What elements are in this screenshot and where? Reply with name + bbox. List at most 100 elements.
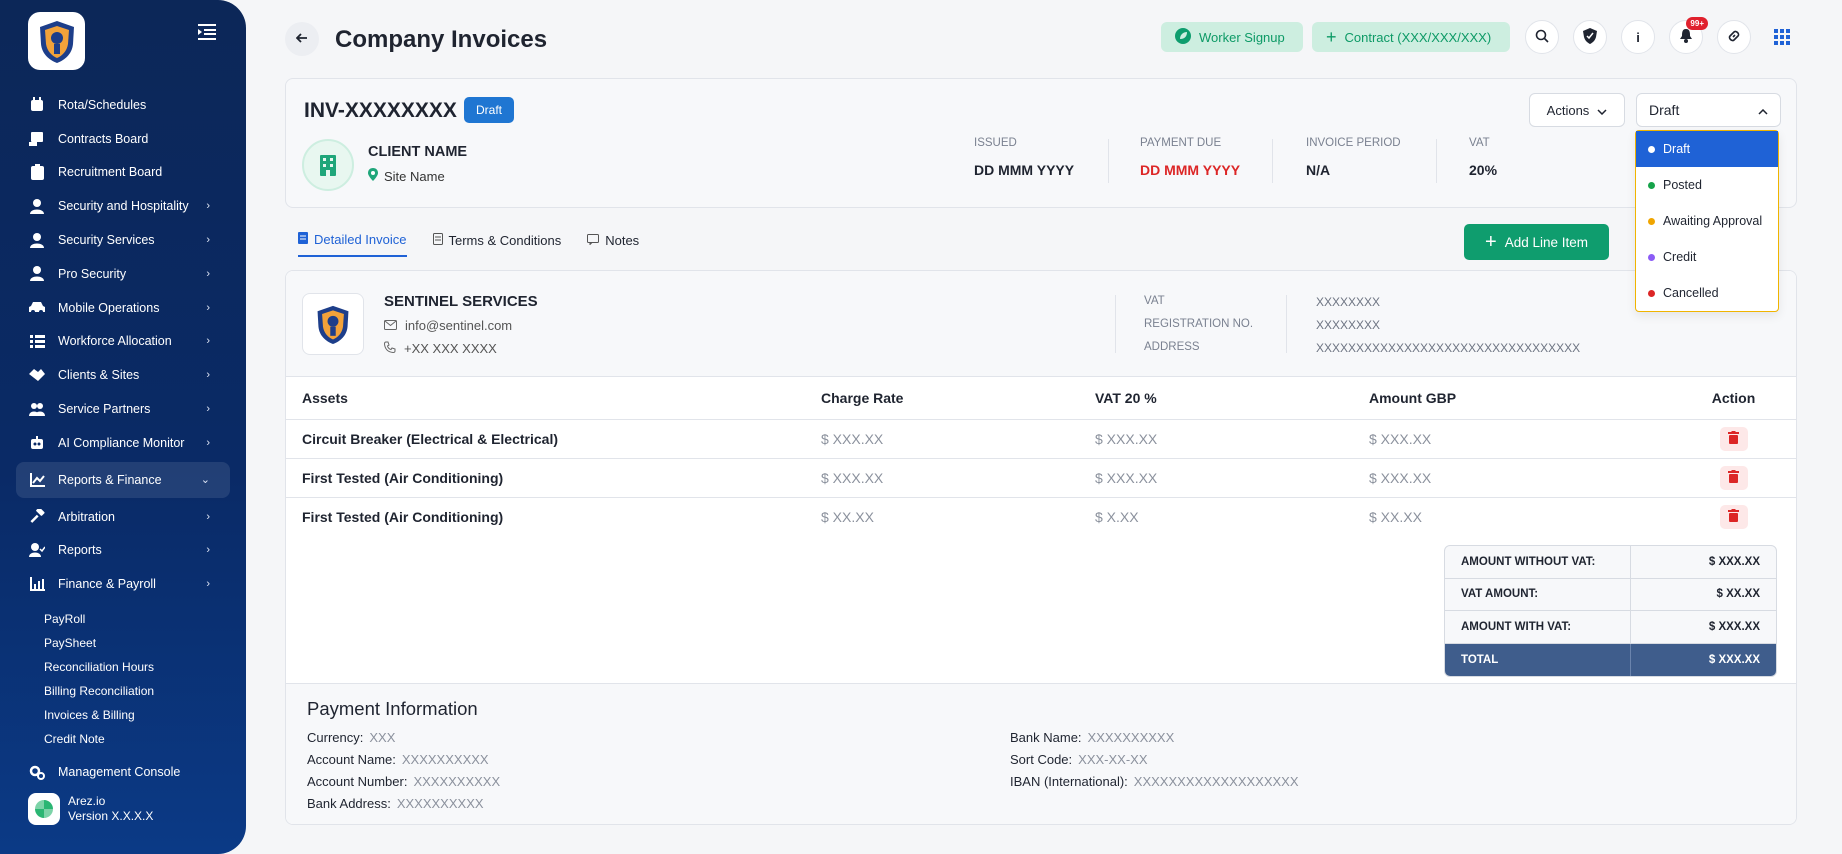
sidebar-item-security-hospitality[interactable]: Security and Hospitality › [16, 189, 230, 223]
sidebar-item-rota[interactable]: Rota/Schedules [16, 88, 230, 122]
payment-title: Payment Information [307, 698, 478, 719]
sentinel-logo[interactable] [28, 12, 85, 70]
status-option-cancelled[interactable]: Cancelled [1636, 275, 1778, 311]
sidebar-item-mobile-operations[interactable]: Mobile Operations › [16, 291, 230, 325]
totals-grand-row: TOTAL $ XXX.XX [1445, 643, 1776, 676]
payment-information: Payment Information Currency: XXX Account… [286, 683, 1796, 824]
back-button[interactable] [285, 22, 319, 56]
invoice-period-value: N/A [1306, 162, 1331, 178]
sidebar-item-reports[interactable]: Reports › [16, 534, 230, 568]
status-dot [1648, 145, 1655, 153]
actions-label: Actions [1546, 102, 1590, 118]
tab-terms-conditions[interactable]: Terms & Conditions [432, 232, 561, 257]
gear-icon [28, 763, 46, 781]
sidebar-item-arbitration[interactable]: Arbitration › [16, 500, 230, 534]
status-dropdown-menu: Draft Posted Awaiting Approval Credit Ca… [1635, 130, 1779, 312]
user-icon [28, 231, 46, 249]
status-badge: Draft [464, 97, 515, 123]
status-option-label: Cancelled [1663, 286, 1719, 300]
collapse-sidebar-icon[interactable] [196, 22, 218, 42]
calendar-icon [28, 96, 46, 114]
link-button[interactable] [1717, 20, 1751, 54]
payment-bank-name: Bank Name: XXXXXXXXXX [1010, 730, 1174, 745]
app-grid-icon[interactable] [1774, 29, 1790, 45]
sidebar-item-reports-finance[interactable]: Reports & Finance ⌄ [16, 461, 230, 498]
submenu-credit-note[interactable]: Credit Note [44, 727, 230, 751]
delete-row-button[interactable] [1719, 426, 1748, 451]
divider [1286, 295, 1287, 353]
sidebar-item-clients-sites[interactable]: Clients & Sites › [16, 358, 230, 392]
notifications-button[interactable]: 99+ [1669, 17, 1708, 54]
arrow-left-icon [295, 30, 308, 48]
sidebar-item-management-console[interactable]: Management Console [16, 755, 230, 789]
payment-due-label: PAYMENT DUE [1140, 137, 1222, 149]
sidebar-item-recruitment[interactable]: Recruitment Board [16, 156, 230, 190]
company-address-label: ADDRESS [1144, 341, 1200, 353]
totals-row: VAT AMOUNT: $ XX.XX [1445, 578, 1776, 611]
charge-rate-cell: $ XXX.XX [821, 419, 1095, 459]
bar-chart-icon [28, 575, 46, 593]
payment-due-value: DD MMM YYYY [1140, 162, 1241, 178]
sidebar-item-security-services[interactable]: Security Services › [16, 223, 230, 257]
delete-row-button[interactable] [1719, 465, 1748, 490]
worker-signup-label: Worker Signup [1199, 29, 1285, 45]
worker-signup-button[interactable]: Worker Signup [1161, 22, 1303, 52]
list-icon [28, 332, 46, 350]
add-line-item-button[interactable]: + Add Line Item [1464, 224, 1609, 260]
issued-meta: ISSUED DD MMM YYYY [974, 137, 1074, 178]
invoice-id: INV-XXXXXXXX [304, 99, 457, 122]
tab-notes[interactable]: Notes [587, 232, 639, 257]
vat-label: VAT [1469, 137, 1490, 149]
submenu-invoices-billing[interactable]: Invoices & Billing [44, 703, 230, 727]
search-button[interactable] [1525, 20, 1559, 54]
status-option-awaiting-approval[interactable]: Awaiting Approval [1636, 203, 1778, 239]
company-email-row: info@sentinel.com [384, 318, 512, 333]
info-button[interactable]: i [1621, 20, 1655, 54]
status-option-posted[interactable]: Posted [1636, 167, 1778, 203]
status-option-credit[interactable]: Credit [1636, 239, 1778, 275]
contract-button[interactable]: + Contract (XXX/XXX/XXX) [1312, 22, 1510, 52]
divider [1115, 295, 1116, 353]
col-header-action: Action [1669, 377, 1796, 420]
submenu-billing-reconciliation[interactable]: Billing Reconciliation [44, 679, 230, 703]
contract-label: Contract (XXX/XXX/XXX) [1344, 29, 1492, 45]
submenu-paysheet[interactable]: PaySheet [44, 631, 230, 655]
sidebar-item-finance-payroll[interactable]: Finance & Payroll › [16, 567, 230, 601]
sidebar-item-label: Contracts Board [58, 131, 149, 146]
status-select[interactable]: Draft [1636, 93, 1781, 127]
status-option-draft[interactable]: Draft [1636, 131, 1778, 167]
payment-value: XXX [369, 730, 396, 745]
payment-label: Currency: [307, 730, 364, 745]
link-icon [1727, 29, 1741, 46]
plus-icon: + [1326, 27, 1337, 47]
document-icon [432, 233, 443, 248]
actions-dropdown-button[interactable]: Actions [1529, 93, 1625, 127]
vat-cell: $ XXX.XX [1095, 458, 1369, 498]
payment-label: Account Number: [307, 774, 408, 789]
sidebar: Rota/Schedules Contracts Board Recruitme… [0, 0, 246, 854]
chevron-right-icon: › [206, 436, 210, 449]
notification-badge: 99+ [1686, 17, 1708, 30]
sidebar-item-workforce-allocation[interactable]: Workforce Allocation › [16, 325, 230, 359]
submenu-payroll[interactable]: PayRoll [44, 607, 230, 631]
delete-row-button[interactable] [1719, 504, 1748, 529]
car-icon [28, 299, 46, 317]
company-vat-label: VAT [1144, 295, 1165, 307]
shield-button[interactable] [1573, 20, 1607, 54]
submenu-reconciliation-hours[interactable]: Reconciliation Hours [44, 655, 230, 679]
sidebar-item-contracts[interactable]: Contracts Board [16, 122, 230, 156]
divider [1272, 139, 1273, 183]
tab-detailed-invoice[interactable]: Detailed Invoice [298, 232, 407, 257]
table-row: Circuit Breaker (Electrical & Electrical… [286, 419, 1796, 459]
partners-icon [28, 400, 46, 418]
sidebar-item-pro-security[interactable]: Pro Security › [16, 257, 230, 291]
sidebar-item-label: Security and Hospitality [58, 199, 189, 214]
sidebar-item-service-partners[interactable]: Service Partners › [16, 392, 230, 426]
totals-label: AMOUNT WITHOUT VAT: [1445, 546, 1631, 578]
totals-value: $ XX.XX [1716, 588, 1760, 601]
sidebar-item-ai-compliance[interactable]: AI Compliance Monitor › [16, 426, 230, 460]
shield-check-icon [1583, 27, 1597, 47]
payment-label: Bank Name: [1010, 730, 1082, 745]
payment-bank-address: Bank Address: XXXXXXXXXX [307, 796, 484, 811]
chevron-right-icon: › [206, 234, 210, 247]
